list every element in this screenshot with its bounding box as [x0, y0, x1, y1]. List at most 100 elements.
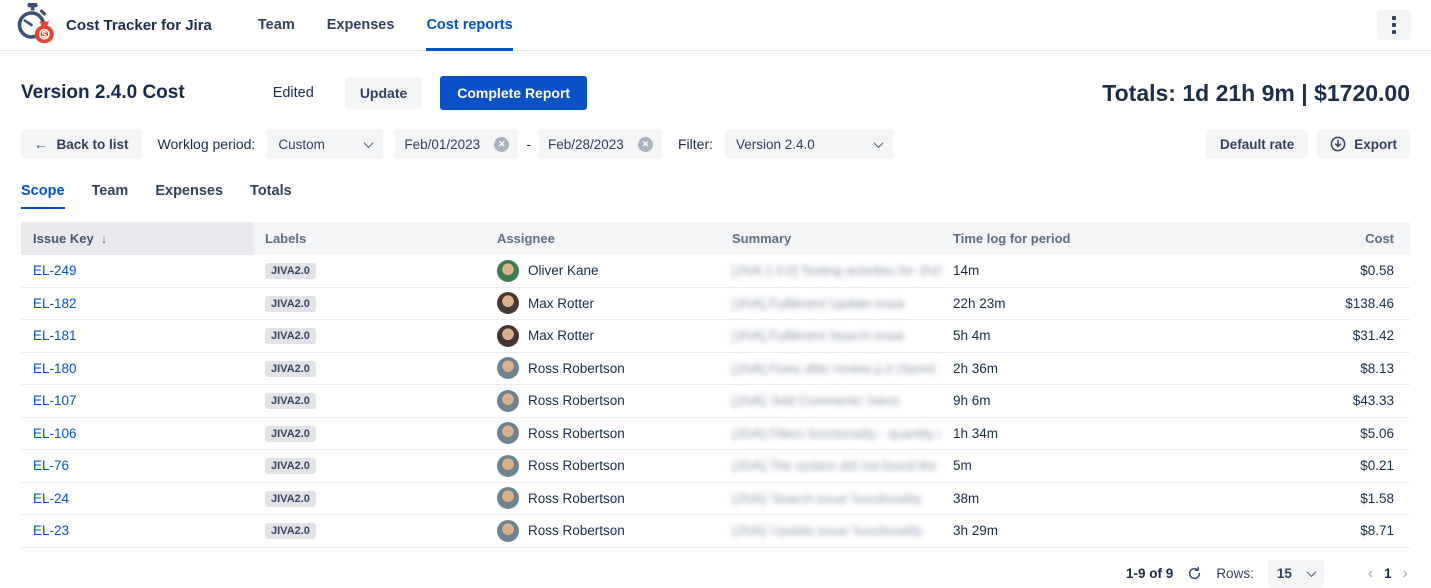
more-menu-button[interactable]	[1377, 10, 1411, 40]
issue-key-cell: EL-23	[21, 523, 253, 538]
nav-cost-reports[interactable]: Cost reports	[426, 0, 512, 51]
labels-cell: JIVA2.0	[253, 490, 485, 507]
issue-summary: [JIVA] 'Add Comments' intent	[720, 393, 941, 408]
label-badge: JIVA2.0	[265, 491, 316, 507]
nav-team[interactable]: Team	[258, 0, 295, 51]
complete-report-button[interactable]: Complete Report	[440, 76, 587, 110]
labels-cell: JIVA2.0	[253, 425, 485, 442]
assignee-cell: Ross Robertson	[485, 422, 720, 444]
assignee-cell: Max Rotter	[485, 292, 720, 314]
column-header-issue-key[interactable]: Issue Key ↓	[21, 222, 253, 255]
issue-key-link[interactable]: EL-76	[33, 458, 69, 473]
labels-cell: JIVA2.0	[253, 522, 485, 539]
edited-status: Edited	[273, 85, 314, 101]
issue-summary: [JIVA] 'Search issue' functionality	[720, 491, 941, 506]
cost-value: $5.06	[1191, 426, 1410, 441]
app-title: Cost Tracker for Jira	[66, 17, 212, 34]
report-tabs: Scope Team Expenses Totals	[0, 159, 1431, 209]
avatar	[497, 487, 519, 509]
date-range-separator: -	[526, 136, 531, 152]
assignee-name: Ross Robertson	[528, 393, 625, 408]
issue-key-link[interactable]: EL-23	[33, 523, 69, 538]
issue-key-cell: EL-76	[21, 458, 253, 473]
assignee-name: Ross Robertson	[528, 361, 625, 376]
cost-value: $138.46	[1191, 296, 1410, 311]
issue-key-cell: EL-106	[21, 426, 253, 441]
time-log-value: 1h 34m	[941, 426, 1191, 441]
avatar	[497, 422, 519, 444]
time-log-value: 5h 4m	[941, 328, 1191, 343]
app-brand: $ Cost Tracker for Jira	[14, 2, 212, 49]
table-row: EL-180JIVA2.0Ross Robertson[JIVA] Fixes …	[21, 353, 1410, 386]
assignee-cell: Ross Robertson	[485, 390, 720, 412]
rows-per-page-select[interactable]: 15	[1268, 560, 1324, 588]
cost-value: $8.13	[1191, 361, 1410, 376]
version-filter-select[interactable]: Version 2.4.0	[725, 129, 893, 159]
avatar	[497, 325, 519, 347]
labels-cell: JIVA2.0	[253, 295, 485, 312]
column-header-summary[interactable]: Summary	[720, 231, 941, 246]
time-log-value: 9h 6m	[941, 393, 1191, 408]
assignee-name: Ross Robertson	[528, 523, 625, 538]
time-log-value: 14m	[941, 263, 1191, 278]
update-button[interactable]: Update	[345, 77, 422, 109]
issue-key-link[interactable]: EL-181	[33, 328, 77, 343]
assignee-name: Max Rotter	[528, 328, 594, 343]
issue-summary: [JIVA] Fulfilment Search issue	[720, 328, 941, 343]
current-page-number[interactable]: 1	[1384, 566, 1392, 581]
assignee-cell: Oliver Kane	[485, 260, 720, 282]
tab-expenses[interactable]: Expenses	[155, 183, 223, 209]
labels-cell: JIVA2.0	[253, 327, 485, 344]
column-header-time-log[interactable]: Time log for period	[941, 231, 1191, 246]
default-rate-button[interactable]: Default rate	[1206, 129, 1308, 159]
issue-key-cell: EL-249	[21, 263, 253, 278]
left-arrow-icon: ←	[34, 137, 48, 152]
top-navigation: Team Expenses Cost reports	[258, 0, 513, 51]
clear-date-from-icon[interactable]: ✕	[494, 137, 509, 152]
issue-key-link[interactable]: EL-24	[33, 491, 69, 506]
svg-text:$: $	[42, 29, 48, 40]
back-to-list-button[interactable]: ← Back to list	[21, 129, 142, 159]
issue-key-link[interactable]: EL-182	[33, 296, 77, 311]
issue-key-link[interactable]: EL-249	[33, 263, 77, 278]
column-header-labels[interactable]: Labels	[253, 231, 485, 246]
labels-cell: JIVA2.0	[253, 392, 485, 409]
cost-value: $8.71	[1191, 523, 1410, 538]
issue-key-link[interactable]: EL-180	[33, 361, 77, 376]
assignee-name: Oliver Kane	[528, 263, 599, 278]
labels-cell: JIVA2.0	[253, 262, 485, 279]
issue-key-link[interactable]: EL-107	[33, 393, 77, 408]
tab-team[interactable]: Team	[92, 183, 129, 209]
export-button[interactable]: Export	[1317, 129, 1410, 159]
previous-page-button[interactable]: ‹	[1368, 565, 1373, 583]
table-row: EL-249JIVA2.0Oliver Kane[JIVA 2.4.0] Tes…	[21, 255, 1410, 288]
next-page-button[interactable]: ›	[1403, 565, 1408, 583]
table-row: EL-181 JIVA2.0 Max Rotter [JIVA] Fulfilment…	[21, 320, 1410, 353]
column-header-cost[interactable]: Cost	[1191, 231, 1410, 246]
refresh-icon	[1187, 566, 1202, 581]
column-header-assignee[interactable]: Assignee	[485, 231, 720, 246]
assignee-cell: Ross Robertson	[485, 487, 720, 509]
tab-totals[interactable]: Totals	[250, 183, 292, 209]
filter-toolbar: ← Back to list Worklog period: Custom Fe…	[0, 110, 1431, 159]
assignee-cell: Ross Robertson	[485, 357, 720, 379]
label-badge: JIVA2.0	[265, 523, 316, 539]
clear-date-to-icon[interactable]: ✕	[638, 137, 653, 152]
page-navigation: ‹ 1 ›	[1368, 565, 1408, 583]
chevron-down-icon	[1306, 567, 1316, 577]
nav-expenses[interactable]: Expenses	[327, 0, 395, 51]
date-from-input[interactable]: Feb/01/2023 ✕	[395, 129, 518, 159]
time-log-value: 3h 29m	[941, 523, 1191, 538]
table-row: EL-23JIVA2.0Ross Robertson[JIVA] 'Update…	[21, 515, 1410, 548]
assignee-cell: Max Rotter	[485, 325, 720, 347]
worklog-period-select[interactable]: Custom	[267, 129, 383, 159]
issue-summary: [JIVA] The system did not found the pr..…	[720, 458, 941, 473]
tab-scope[interactable]: Scope	[21, 183, 65, 209]
refresh-button[interactable]	[1187, 566, 1202, 581]
issue-key-link[interactable]: EL-106	[33, 426, 77, 441]
assignee-name: Max Rotter	[528, 296, 594, 311]
pagination-range: 1-9 of 9	[1126, 566, 1173, 581]
rows-label: Rows:	[1216, 566, 1254, 581]
report-title-row: Version 2.4.0 Cost Edited Update Complet…	[0, 51, 1431, 110]
date-to-input[interactable]: Feb/28/2023 ✕	[539, 129, 662, 159]
